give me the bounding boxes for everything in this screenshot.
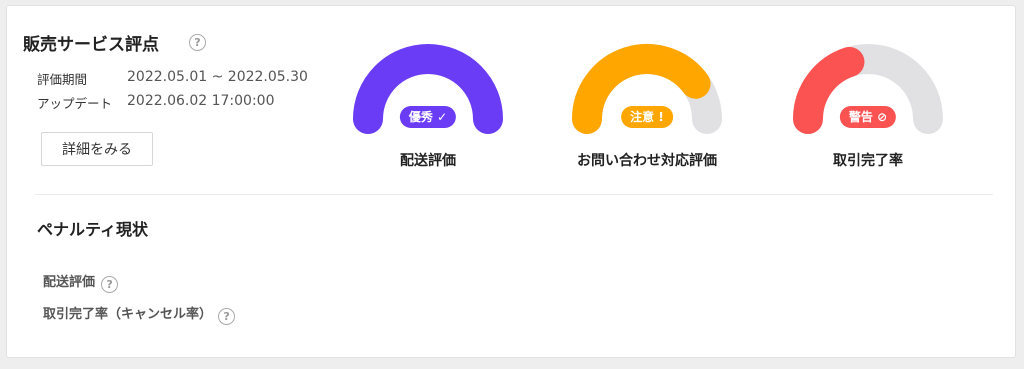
update-value: 2022.06.02 17:00:00 <box>127 93 275 109</box>
gauge-label: お問い合わせ対応評価 <box>577 153 717 169</box>
prohibited-icon: ⊘ <box>877 110 888 124</box>
sales-service-score-card: 販売サービス評点 ? 評価期間 2022.05.01 ~ 2022.05.30 … <box>6 5 1016 358</box>
status-badge-label: 優秀 <box>408 110 433 124</box>
penalty-row-cancellation: 取引完了率（キャンセル率）? <box>43 303 236 325</box>
help-icon[interactable]: ? <box>101 276 119 293</box>
evaluation-period: 評価期間 2022.05.01 ~ 2022.05.30 <box>37 69 308 88</box>
penalty-row-label: 取引完了率（キャンセル率） <box>43 307 213 322</box>
update-time: アップデート 2022.06.02 17:00:00 <box>37 93 275 112</box>
status-badge-label: 警告 <box>848 110 873 124</box>
divider <box>35 194 993 195</box>
section-title: 販売サービス評点 <box>23 35 159 55</box>
evaluation-period-label: 評価期間 <box>37 72 88 87</box>
view-details-button[interactable]: 詳細をみる <box>41 132 153 166</box>
exclamation-icon: ! <box>658 110 664 124</box>
gauge-inquiry-response: 注意 ! お問い合わせ対応評価 <box>562 34 732 174</box>
gauge-transaction-completion: 警告 ⊘ 取引完了率 <box>783 34 953 174</box>
status-badge: 注意 ! <box>621 106 673 128</box>
help-icon[interactable]: ? <box>189 34 206 51</box>
penalty-row-label: 配送評価 <box>43 275 96 290</box>
gauge-label: 配送評価 <box>400 153 456 169</box>
status-badge-label: 注意 <box>630 110 655 124</box>
checkmark-icon: ✓ <box>437 110 448 124</box>
update-label: アップデート <box>37 96 113 111</box>
help-icon[interactable]: ? <box>218 308 236 325</box>
gauge-delivery: 優秀 ✓ 配送評価 <box>343 34 513 174</box>
penalty-title: ペナルティ現状 <box>37 220 149 239</box>
gauge-label: 取引完了率 <box>833 153 903 169</box>
penalty-row-delivery: 配送評価? <box>43 271 119 293</box>
status-badge: 警告 ⊘ <box>839 106 897 128</box>
status-badge: 優秀 ✓ <box>399 106 457 128</box>
evaluation-period-value: 2022.05.01 ~ 2022.05.30 <box>127 69 308 85</box>
